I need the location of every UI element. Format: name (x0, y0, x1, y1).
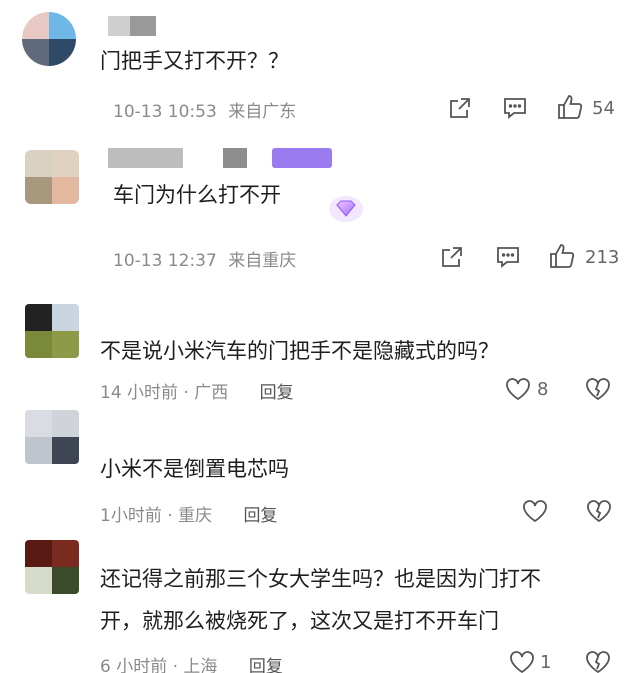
comment-time-location: 1小时前 · 重庆 (100, 506, 213, 526)
share-icon[interactable] (448, 96, 472, 120)
avatar[interactable] (25, 410, 79, 464)
comment-1: 门把手又打不开？？ 10-13 10:53 来自广东 54 (0, 0, 640, 140)
avatar[interactable] (22, 12, 76, 66)
reply-button[interactable]: 回复 (249, 657, 283, 673)
broken-heart-icon[interactable] (584, 649, 612, 673)
comment-date: 10-13 12:37 (113, 251, 217, 271)
username-blurred[interactable] (108, 148, 332, 168)
comment-text: 不是说小米汽车的门把手不是隐藏式的吗？ (100, 339, 499, 363)
thumbs-up-icon[interactable] (556, 94, 584, 120)
comment-3: 不是说小米汽车的门把手不是隐藏式的吗？ 14 小时前 · 广西 回复 8 (0, 290, 640, 410)
comment-time-location: 6 小时前 · 上海 (100, 657, 218, 673)
comment-icon[interactable] (495, 245, 521, 269)
comment-text-line-1: 还记得之前那三个女大学生吗？也是因为门打不 (100, 567, 541, 591)
like-count: 1 (540, 652, 552, 673)
avatar[interactable] (25, 540, 79, 594)
comment-5: 还记得之前那三个女大学生吗？也是因为门打不 开，就那么被烧死了，这次又是打不开车… (0, 530, 640, 673)
share-icon[interactable] (440, 245, 464, 269)
comment-icon[interactable] (502, 96, 528, 120)
comment-meta: 10-13 12:37 来自重庆 (113, 246, 296, 271)
comment-text: 小米不是倒置电芯吗 (100, 457, 289, 481)
comment-2: 车门为什么打不开 10-13 12:37 来自重庆 213 (0, 140, 640, 290)
reply-button[interactable]: 回复 (260, 383, 294, 403)
avatar[interactable] (25, 150, 79, 204)
heart-icon[interactable] (508, 649, 536, 673)
comment-4: 小米不是倒置电芯吗 1小时前 · 重庆 回复 (0, 410, 640, 530)
heart-icon[interactable] (521, 498, 549, 524)
broken-heart-icon[interactable] (584, 376, 612, 402)
heart-icon[interactable] (504, 376, 532, 402)
comment-location: 来自重庆 (228, 251, 297, 271)
comment-meta: 10-13 10:53 来自广东 (113, 97, 296, 122)
thumbs-up-icon[interactable] (548, 243, 576, 269)
comment-meta: 6 小时前 · 上海 回复 (100, 652, 283, 673)
like-count: 213 (585, 247, 620, 268)
like-count: 8 (537, 379, 549, 400)
comment-text: 车门为什么打不开 (113, 183, 281, 207)
comment-time-location: 14 小时前 · 广西 (100, 383, 229, 403)
gem-badge-icon (329, 196, 363, 222)
comment-text-line-2: 开，就那么被烧死了，这次又是打不开车门 (100, 609, 499, 633)
like-count: 54 (592, 98, 615, 119)
broken-heart-icon[interactable] (585, 498, 613, 524)
username-blurred[interactable] (108, 16, 156, 36)
comment-meta: 1小时前 · 重庆 回复 (100, 501, 277, 526)
avatar[interactable] (25, 304, 79, 358)
reply-button[interactable]: 回复 (243, 506, 277, 526)
comment-text: 门把手又打不开？？ (100, 49, 289, 73)
comment-date: 10-13 10:53 (113, 102, 217, 122)
comment-location: 来自广东 (228, 102, 297, 122)
comment-meta: 14 小时前 · 广西 回复 (100, 378, 294, 403)
